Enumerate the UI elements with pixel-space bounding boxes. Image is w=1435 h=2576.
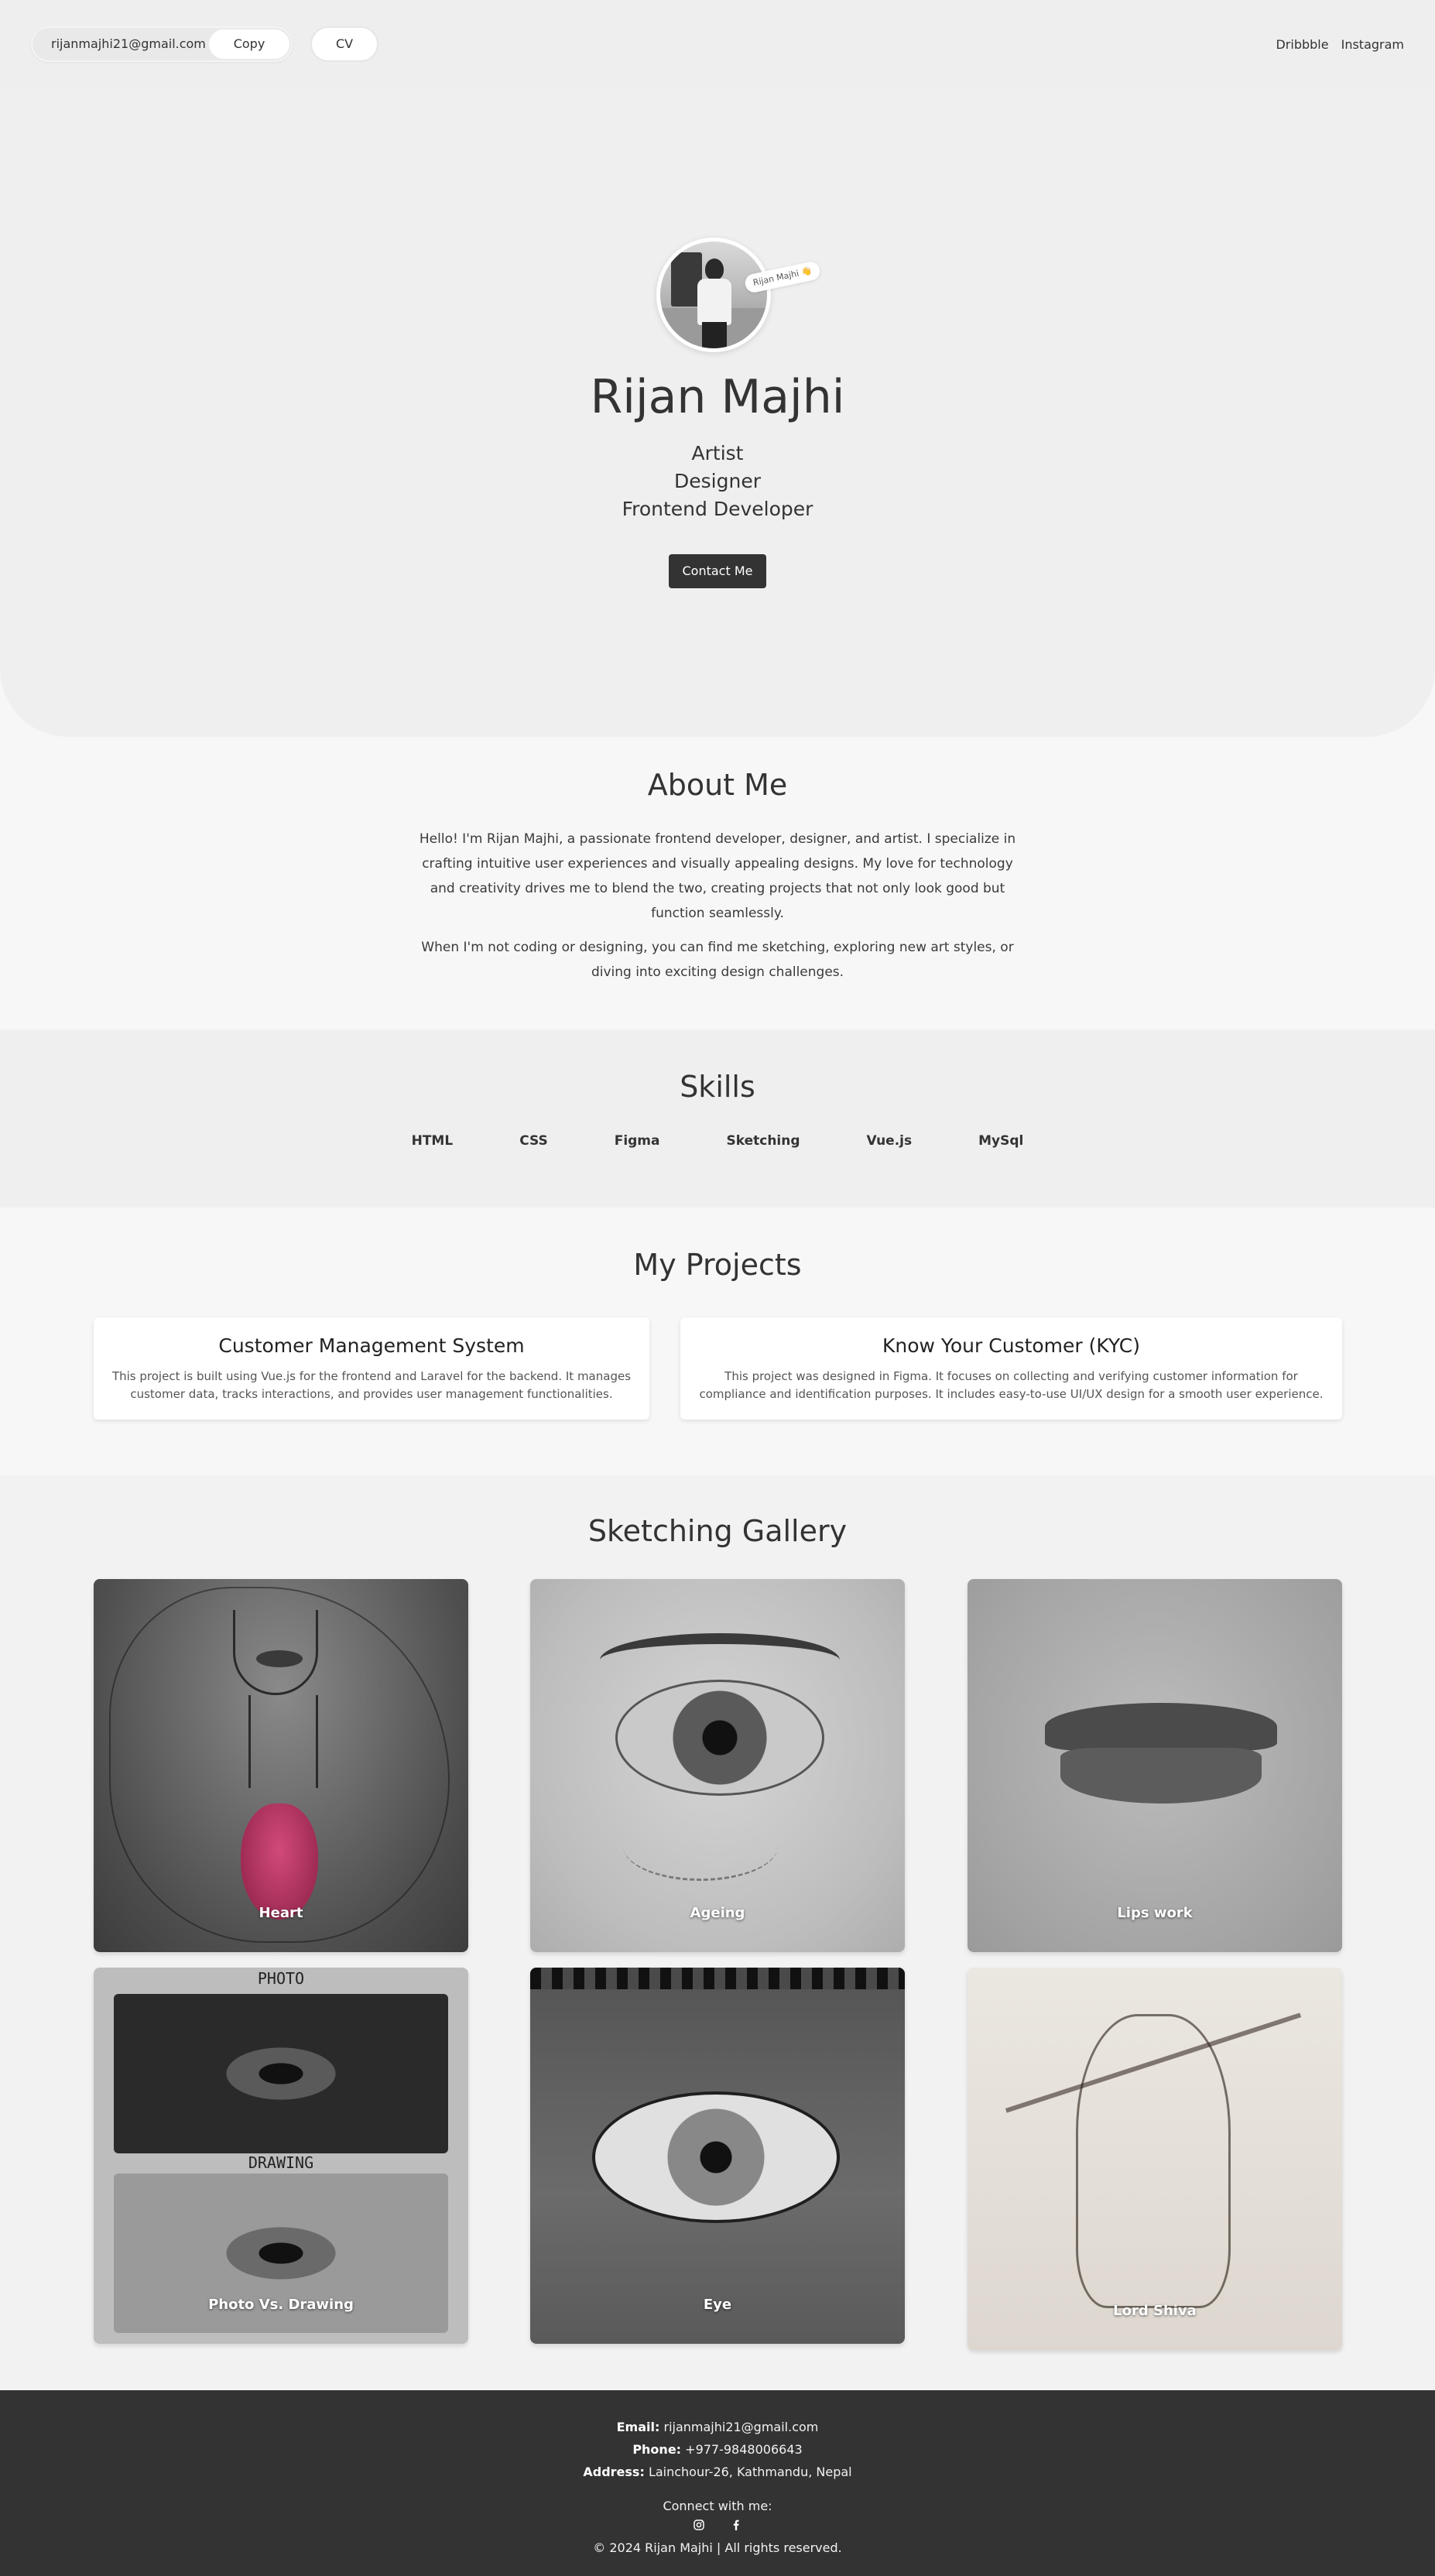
about-paragraph: When I'm not coding or designing, you ca… (421, 940, 1014, 980)
footer-phone-label: Phone: (632, 2442, 682, 2457)
role-item: Designer (674, 470, 761, 492)
email-text: rijanmajhi21@gmail.com (51, 36, 206, 51)
copyright: © 2024 Rijan Majhi | All rights reserved… (593, 2540, 842, 2555)
skill-item: HTML (411, 1133, 454, 1149)
project-title: Customer Management System (218, 1334, 525, 1357)
dribbble-link[interactable]: Dribbble (1276, 37, 1328, 52)
about-title: About Me (647, 768, 788, 802)
skill-item: MySql (978, 1133, 1024, 1149)
projects-section: My Projects Customer Management System T… (0, 1208, 1435, 1475)
gallery-item-ageing[interactable]: Ageing (530, 1579, 905, 1952)
drawing-label: DRAWING (248, 2153, 314, 2172)
gallery-caption: Eye (703, 2297, 732, 2313)
gallery-item-photo-vs-drawing[interactable]: PHOTO DRAWING Photo Vs. Drawing (94, 1968, 468, 2344)
gallery-caption: Heart (259, 1905, 303, 1921)
project-card[interactable]: Know Your Customer (KYC) This project wa… (680, 1317, 1342, 1420)
project-title: Know Your Customer (KYC) (882, 1334, 1140, 1357)
gallery-caption: Lord Shiva (1113, 2303, 1197, 2319)
project-description: This project is built using Vue.js for t… (111, 1369, 632, 1401)
instagram-link[interactable]: Instagram (1341, 37, 1404, 52)
hero-section: rijanmajhi21@gmail.com Copy CV Dribbble … (0, 0, 1435, 737)
contact-me-button[interactable]: Contact Me (669, 554, 766, 588)
projects-title: My Projects (633, 1248, 802, 1282)
social-links: Dribbble Instagram (1276, 26, 1404, 62)
gallery-item-heart[interactable]: Heart (94, 1579, 468, 1952)
social-icons (0, 2519, 1435, 2531)
footer-email: Email: rijanmajhi21@gmail.com (0, 2420, 1435, 2434)
top-bar: rijanmajhi21@gmail.com Copy CV Dribbble … (0, 0, 1435, 87)
skill-list: HTML CSS Figma Sketching Vue.js MySql (0, 1133, 1435, 1149)
avatar (656, 238, 771, 352)
skills-title: Skills (680, 1070, 755, 1104)
cv-button[interactable]: CV (310, 26, 378, 62)
connect-label: Connect with me: (663, 2499, 772, 2513)
about-paragraph: Hello! I'm Rijan Majhi, a passionate fro… (419, 831, 1016, 921)
skill-item: CSS (519, 1133, 548, 1149)
project-card[interactable]: Customer Management System This project … (94, 1317, 649, 1420)
skill-item: Sketching (726, 1133, 800, 1149)
footer-phone: Phone: +977-9848006643 (0, 2442, 1435, 2457)
gallery-item-lips[interactable]: Lips work (968, 1579, 1342, 1952)
gallery-section: Sketching Gallery Heart Ageing Lips work… (0, 1475, 1435, 2390)
footer-email-label: Email: (616, 2420, 660, 2434)
footer-address-value: Lainchour-26, Kathmandu, Nepal (648, 2465, 852, 2479)
skills-section: Skills HTML CSS Figma Sketching Vue.js M… (0, 1029, 1435, 1208)
gallery-caption: Lips work (1117, 1905, 1193, 1921)
facebook-icon[interactable] (730, 2519, 742, 2531)
copy-button[interactable]: Copy (209, 29, 289, 59)
photo-label: PHOTO (257, 1969, 305, 1988)
gallery-item-lord-shiva[interactable]: Lord Shiva (968, 1968, 1342, 2350)
project-description: This project was designed in Figma. It f… (699, 1369, 1324, 1401)
instagram-icon[interactable] (693, 2519, 705, 2531)
footer: Email: rijanmajhi21@gmail.com Phone: +97… (0, 2390, 1435, 2576)
footer-address-label: Address: (583, 2465, 645, 2479)
about-section: About Me Hello! I'm Rijan Majhi, a passi… (0, 737, 1435, 1029)
hero-name: Rijan Majhi (590, 370, 845, 424)
footer-phone-value[interactable]: +977-9848006643 (685, 2442, 803, 2457)
skill-item: Figma (614, 1133, 660, 1149)
email-pill: rijanmajhi21@gmail.com Copy (31, 26, 293, 62)
gallery-title: Sketching Gallery (587, 1514, 848, 1548)
skill-item: Vue.js (866, 1133, 913, 1149)
gallery-item-eye[interactable]: Eye (530, 1968, 905, 2344)
avatar-photo (660, 242, 767, 348)
role-item: Frontend Developer (622, 498, 813, 520)
footer-email-value[interactable]: rijanmajhi21@gmail.com (663, 2420, 818, 2434)
gallery-caption: Photo Vs. Drawing (208, 2297, 354, 2313)
role-list: Artist Designer Frontend Developer (0, 440, 1435, 523)
footer-address: Address: Lainchour-26, Kathmandu, Nepal (0, 2465, 1435, 2479)
gallery-caption: Ageing (690, 1905, 745, 1921)
role-item: Artist (691, 442, 744, 464)
